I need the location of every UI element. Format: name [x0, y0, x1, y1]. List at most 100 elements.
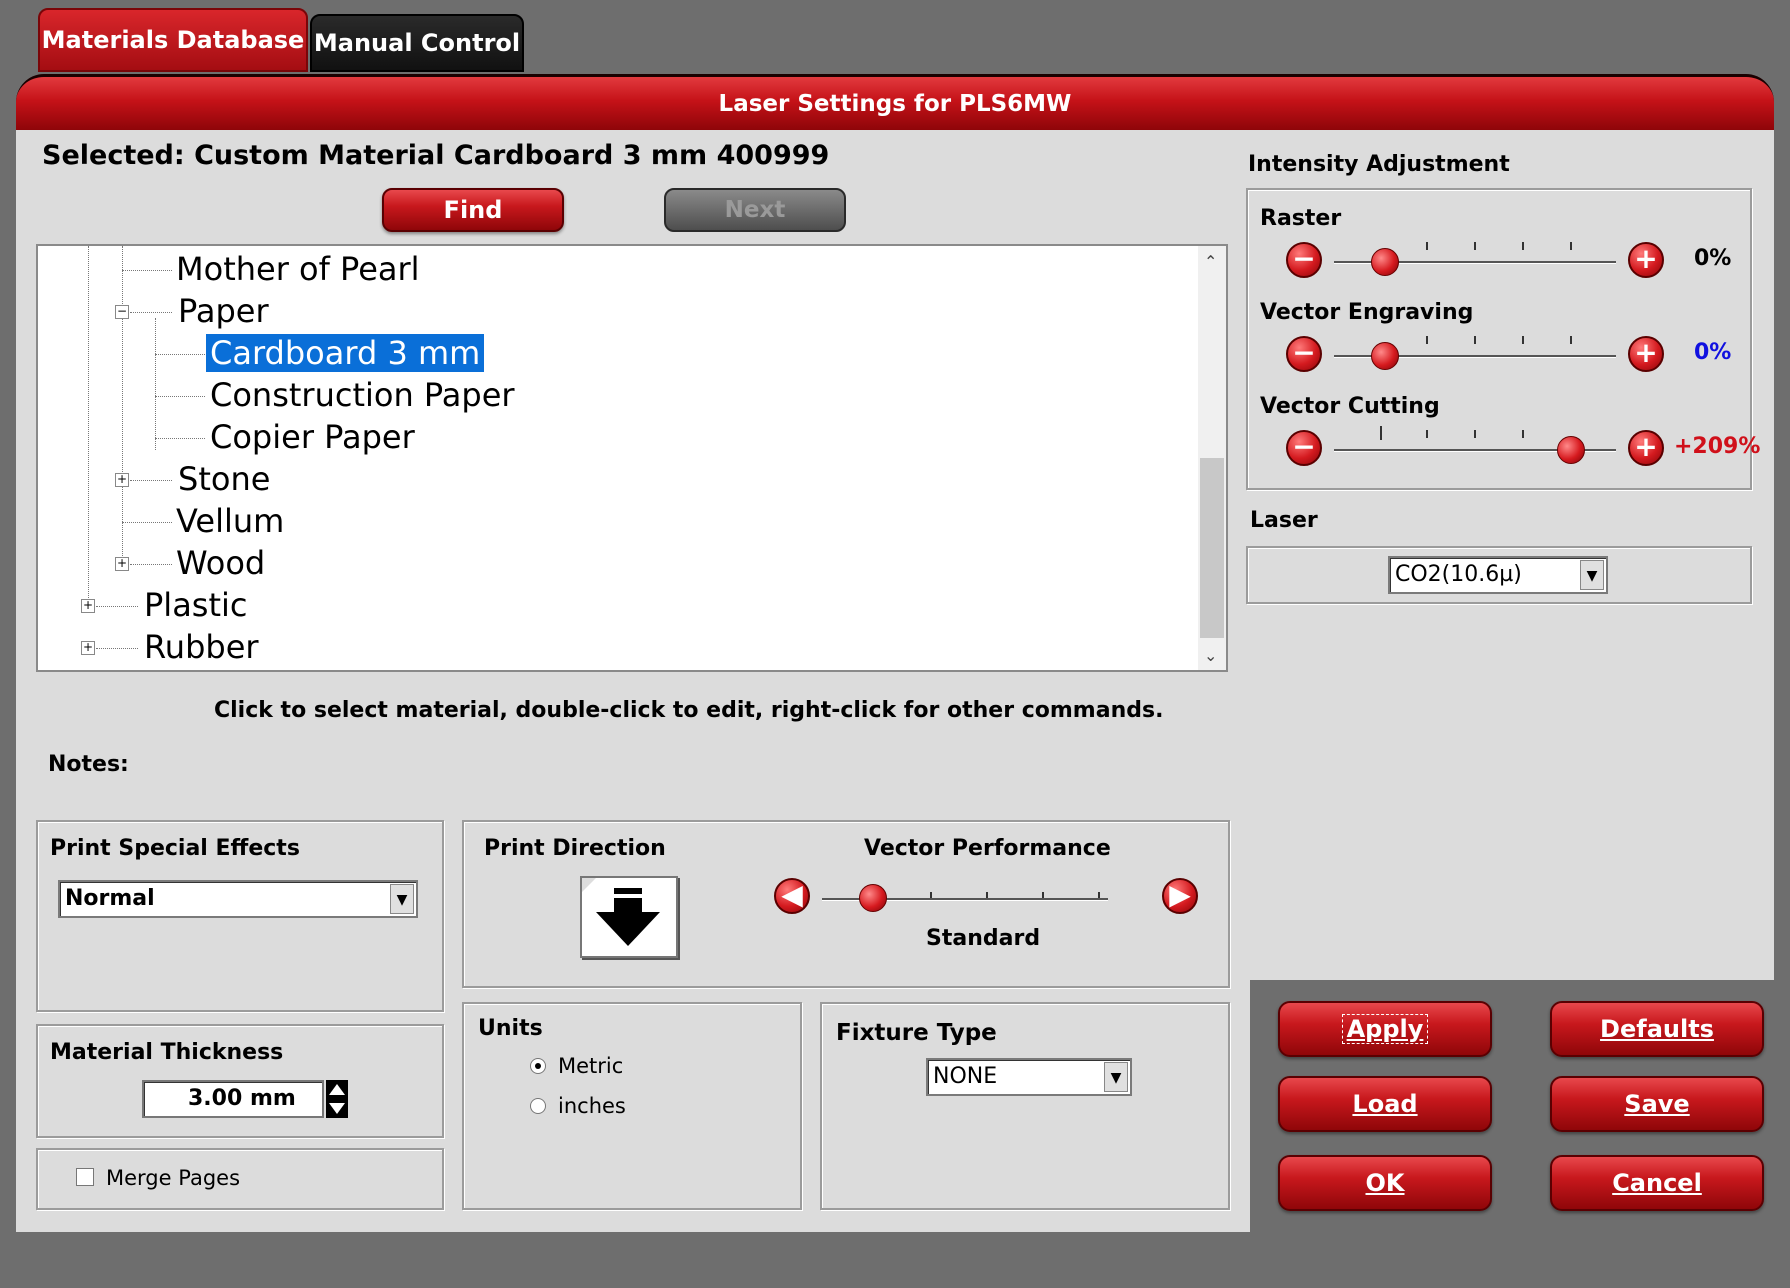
- laser-label: Laser: [1250, 508, 1318, 533]
- merge-pages-label: Merge Pages: [106, 1166, 241, 1190]
- notes-label: Notes:: [48, 752, 129, 777]
- material-thickness-input[interactable]: 3.00 mm: [142, 1080, 324, 1118]
- vector-engraving-decrease-button[interactable]: −: [1286, 336, 1322, 372]
- merge-pages-checkbox[interactable]: [76, 1168, 94, 1186]
- scroll-thumb[interactable]: [1200, 458, 1224, 638]
- tree-item-plastic[interactable]: Plastic: [144, 586, 248, 624]
- vector-performance-decrease-button[interactable]: ◀: [774, 878, 810, 914]
- spin-up-icon[interactable]: [329, 1084, 345, 1095]
- material-tree[interactable]: Mother of Pearl − Paper Cardboard 3 mm C…: [36, 244, 1228, 672]
- tree-scrollbar[interactable]: ⌃ ⌄: [1198, 246, 1226, 670]
- print-direction-button[interactable]: [580, 876, 678, 958]
- slider-tick: [1474, 430, 1476, 438]
- merge-pages-group: Merge Pages: [36, 1148, 444, 1210]
- apply-button-label: Apply: [1341, 1014, 1429, 1044]
- vector-performance-slider-knob[interactable]: [859, 884, 888, 912]
- slider-tick: [1522, 430, 1524, 438]
- vector-cutting-decrease-button[interactable]: −: [1286, 430, 1322, 466]
- vector-performance-increase-button[interactable]: ▶: [1162, 878, 1198, 914]
- ok-button-label: OK: [1365, 1169, 1405, 1197]
- tree-item-wood[interactable]: Wood: [176, 544, 265, 582]
- tree-hint-text: Click to select material, double-click t…: [214, 698, 1164, 723]
- tab-manual-control[interactable]: Manual Control: [310, 14, 524, 72]
- units-metric-radio[interactable]: [530, 1058, 546, 1074]
- collapse-icon[interactable]: −: [115, 305, 129, 319]
- load-button[interactable]: Load: [1278, 1076, 1492, 1132]
- scroll-up-icon[interactable]: ⌃: [1204, 252, 1217, 271]
- vector-cutting-increase-button[interactable]: +: [1628, 430, 1664, 466]
- tree-connector: [155, 438, 205, 439]
- raster-slider-knob[interactable]: [1370, 248, 1399, 276]
- slider-tick: [1474, 336, 1476, 344]
- vector-cutting-slider-knob[interactable]: [1556, 436, 1585, 464]
- tree-connector: [96, 648, 138, 649]
- spin-down-icon[interactable]: [329, 1103, 345, 1114]
- tree-connector: [155, 318, 156, 450]
- slider-tick: [1380, 426, 1382, 440]
- units-inches-label: inches: [558, 1094, 626, 1118]
- vector-performance-label: Vector Performance: [864, 836, 1111, 861]
- tree-item-cardboard-3mm[interactable]: Cardboard 3 mm: [206, 334, 485, 372]
- tree-item-mother-of-pearl[interactable]: Mother of Pearl: [176, 250, 420, 288]
- slider-tick: [1522, 336, 1524, 344]
- next-button[interactable]: Next: [664, 188, 846, 232]
- thickness-spinner[interactable]: [326, 1080, 348, 1118]
- vector-cutting-value: +209%: [1674, 434, 1761, 459]
- tree-item-rubber[interactable]: Rubber: [144, 628, 259, 666]
- save-button-label: Save: [1624, 1090, 1690, 1118]
- slider-tick: [1570, 242, 1572, 250]
- cancel-button[interactable]: Cancel: [1550, 1155, 1764, 1211]
- units-group: Units Metric inches: [462, 1002, 802, 1210]
- tree-connector: [130, 480, 172, 481]
- laser-settings-header: Laser Settings for PLS6MW: [16, 74, 1774, 130]
- chevron-down-icon[interactable]: ▼: [390, 884, 414, 914]
- save-button[interactable]: Save: [1550, 1076, 1764, 1132]
- tree-connector: [96, 606, 138, 607]
- chevron-down-icon[interactable]: ▼: [1580, 560, 1604, 590]
- units-label: Units: [478, 1016, 543, 1041]
- tree-connector: [122, 270, 172, 271]
- find-button[interactable]: Find: [382, 188, 564, 232]
- ok-button[interactable]: OK: [1278, 1155, 1492, 1211]
- fixture-type-value: NONE: [933, 1064, 998, 1089]
- laser-select-value: CO2(10.6µ): [1395, 562, 1522, 587]
- slider-tick: [1426, 242, 1428, 250]
- laser-select[interactable]: CO2(10.6µ) ▼: [1388, 556, 1608, 594]
- defaults-button[interactable]: Defaults: [1550, 1001, 1764, 1057]
- fixture-type-label: Fixture Type: [836, 1020, 997, 1046]
- scroll-down-icon[interactable]: ⌄: [1204, 646, 1217, 665]
- expand-icon[interactable]: +: [115, 557, 129, 571]
- tree-item-vellum[interactable]: Vellum: [176, 502, 284, 540]
- tree-item-paper[interactable]: Paper: [178, 292, 269, 330]
- print-special-effects-label: Print Special Effects: [50, 836, 300, 861]
- tree-connector: [130, 312, 172, 313]
- tree-item-stone[interactable]: Stone: [178, 460, 270, 498]
- expand-icon[interactable]: +: [81, 599, 95, 613]
- raster-decrease-button[interactable]: −: [1286, 242, 1322, 278]
- vector-engraving-increase-button[interactable]: +: [1628, 336, 1664, 372]
- vector-engraving-slider-knob[interactable]: [1370, 342, 1399, 370]
- print-direction-label: Print Direction: [484, 836, 666, 861]
- tree-item-construction-paper[interactable]: Construction Paper: [210, 376, 515, 414]
- load-button-label: Load: [1352, 1090, 1418, 1118]
- apply-button[interactable]: Apply: [1278, 1001, 1492, 1057]
- tree-connector: [88, 246, 89, 602]
- material-thickness-group: Material Thickness 3.00 mm: [36, 1024, 444, 1138]
- tree-connector: [155, 396, 205, 397]
- raster-increase-button[interactable]: +: [1628, 242, 1664, 278]
- intensity-group: Raster − + 0% Vector Engraving − + 0% Ve…: [1246, 188, 1760, 490]
- slider-tick: [1570, 336, 1572, 344]
- slider-tick: [1522, 242, 1524, 250]
- tree-connector: [122, 246, 123, 566]
- laser-group: CO2(10.6µ) ▼: [1246, 546, 1752, 604]
- print-effects-select[interactable]: Normal ▼: [58, 880, 418, 918]
- raster-label: Raster: [1260, 206, 1342, 231]
- tree-connector: [155, 354, 205, 355]
- tab-materials-database[interactable]: Materials Database: [38, 8, 308, 72]
- units-inches-radio[interactable]: [530, 1098, 546, 1114]
- tree-item-copier-paper[interactable]: Copier Paper: [210, 418, 415, 456]
- fixture-type-select[interactable]: NONE ▼: [926, 1058, 1132, 1096]
- expand-icon[interactable]: +: [81, 641, 95, 655]
- expand-icon[interactable]: +: [115, 473, 129, 487]
- chevron-down-icon[interactable]: ▼: [1104, 1062, 1128, 1092]
